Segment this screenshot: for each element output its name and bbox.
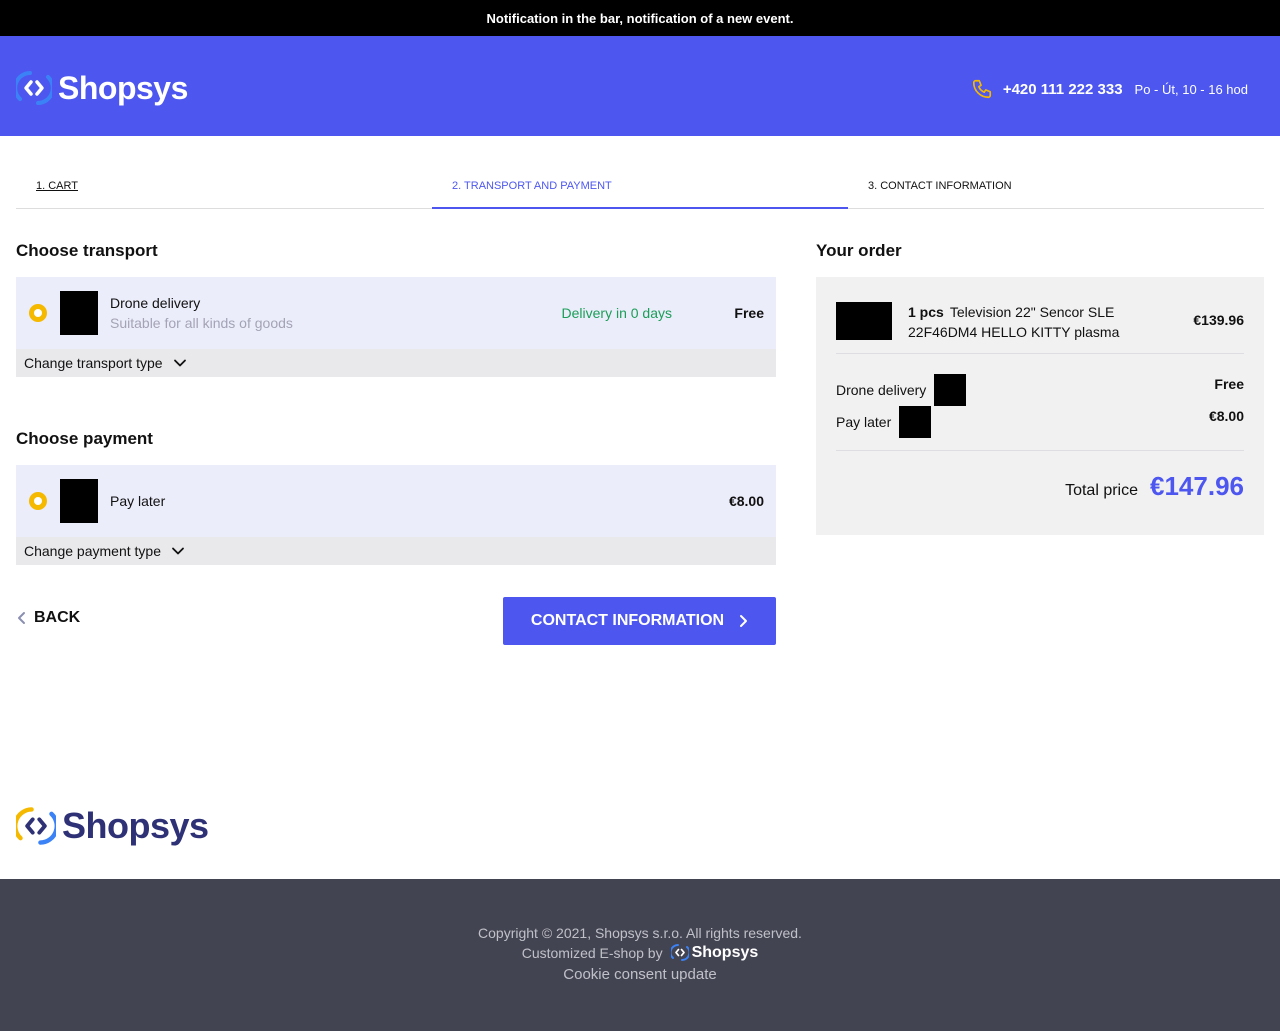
- order-transport-image: [934, 374, 967, 406]
- next-label: Contact information: [530, 612, 725, 629]
- order-transport-price: Free: [1214, 376, 1244, 392]
- contact-information-button[interactable]: Contact information: [503, 597, 776, 645]
- order-item-quantity: 1 pcs: [908, 304, 944, 320]
- payment-name: Pay later: [110, 493, 166, 509]
- notification-bar: Notification in the bar, notification of…: [0, 0, 1280, 36]
- change-payment-label: Change payment type: [24, 543, 161, 559]
- transport-price: Free: [734, 305, 764, 321]
- customized-by: Customized E-shop by Shopsys: [0, 943, 1280, 962]
- total-price-label: Total price: [1065, 482, 1138, 499]
- notification-text: Notification in the bar, notification of…: [486, 10, 794, 26]
- step-transport-payment: 2. Transport and payment: [432, 168, 848, 209]
- payment-image: [60, 479, 98, 523]
- order-item-price: €139.96: [1193, 312, 1244, 328]
- chevron-down-icon: [173, 359, 186, 367]
- order-title: Your order: [816, 241, 902, 260]
- back-button[interactable]: Back: [16, 609, 80, 627]
- order-divider: [836, 353, 1244, 354]
- order-item-image: [836, 302, 892, 340]
- change-payment-button[interactable]: Change payment type: [16, 537, 776, 565]
- transport-delivery-time: Delivery in 0 days: [561, 305, 673, 321]
- footer-logo[interactable]: Shopsys: [16, 805, 209, 847]
- payment-option-pay-later[interactable]: Pay later €8.00: [16, 465, 776, 537]
- cookie-consent-link[interactable]: Cookie consent update: [0, 966, 1280, 983]
- step-contact-information-label: 3. Contact information: [868, 180, 1012, 192]
- order-payment-line: Pay later: [836, 406, 932, 438]
- chevron-right-icon: [740, 615, 748, 627]
- payment-price: €8.00: [728, 493, 764, 509]
- footer-logo-text: Shopsys: [62, 805, 209, 846]
- order-transport-name: Drone delivery: [836, 382, 927, 398]
- payment-title: Choose payment: [16, 429, 153, 448]
- step-transport-payment-label: 2. Transport and payment: [452, 180, 612, 192]
- change-transport-button[interactable]: Change transport type: [16, 349, 776, 377]
- transport-image: [60, 291, 98, 335]
- site-footer: Copyright © 2021, Shopsys s.r.o. All rig…: [0, 879, 1280, 1031]
- logo-text: Shopsys: [58, 69, 188, 106]
- shopsys-logo-icon: [16, 71, 52, 105]
- back-label: Back: [34, 609, 81, 626]
- transport-name: Drone delivery: [110, 295, 201, 311]
- phone-number[interactable]: +420 111 222 333: [1003, 81, 1123, 98]
- copyright-text: Copyright © 2021, Shopsys s.r.o. All rig…: [478, 925, 802, 941]
- transport-option-drone[interactable]: Drone delivery Suitable for all kinds of…: [16, 277, 776, 349]
- step-contact-information: 3. Contact information: [848, 168, 1264, 208]
- shopsys-logo-icon: [16, 807, 56, 845]
- step-cart-label[interactable]: 1. Cart: [36, 180, 78, 192]
- step-cart[interactable]: 1. Cart: [16, 168, 432, 208]
- order-payment-price: €8.00: [1208, 408, 1244, 424]
- order-payment-image: [899, 406, 932, 438]
- total-price-value: €147.96: [1150, 471, 1244, 501]
- header-logo[interactable]: Shopsys: [16, 69, 188, 107]
- chevron-left-icon: [18, 612, 25, 624]
- order-divider: [836, 450, 1244, 451]
- order-item-description: 1 pcs Television 22" Sencor SLE 22F46DM4 …: [908, 302, 1138, 342]
- customized-text: Customized E-shop by: [521, 944, 663, 961]
- transport-radio[interactable]: [29, 304, 47, 322]
- order-summary: 1 pcs Television 22" Sencor SLE 22F46DM4 …: [816, 277, 1264, 535]
- customized-logo[interactable]: Shopsys: [670, 943, 759, 962]
- shopsys-logo-icon: [670, 944, 689, 961]
- order-payment-name: Pay later: [836, 414, 892, 430]
- order-transport-line: Drone delivery: [836, 374, 967, 406]
- payment-radio[interactable]: [29, 492, 47, 510]
- change-transport-label: Change transport type: [24, 355, 163, 371]
- transport-title: Choose transport: [16, 241, 158, 260]
- site-header: Shopsys +420 111 222 333 Po - Út, 10 - 1…: [0, 36, 1280, 136]
- opening-hours: Po - Út, 10 - 16 hod: [1134, 81, 1248, 97]
- checkout-steps: 1. Cart 2. Transport and payment 3. Cont…: [16, 168, 1264, 209]
- header-contact: +420 111 222 333 Po - Út, 10 - 16 hod: [971, 78, 1248, 100]
- customized-logo-text: Shopsys: [691, 943, 759, 961]
- phone-icon: [972, 79, 991, 99]
- chevron-down-icon: [172, 547, 184, 555]
- transport-description: Suitable for all kinds of goods: [110, 315, 293, 331]
